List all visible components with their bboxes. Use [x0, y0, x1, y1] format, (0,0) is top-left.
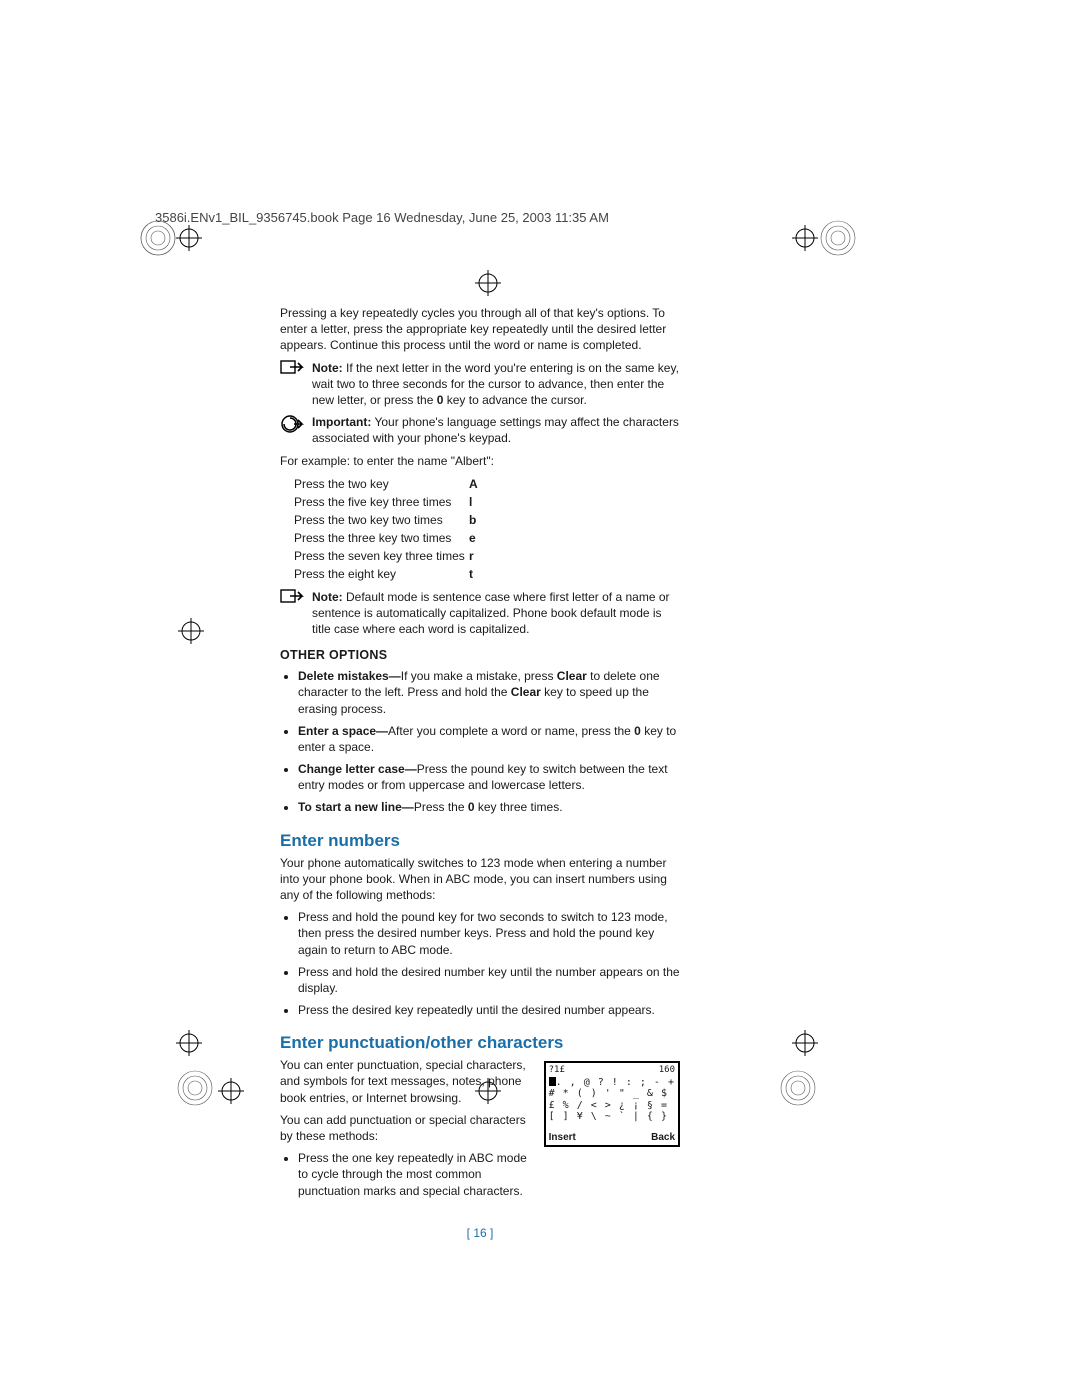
example-char: r: [469, 547, 489, 565]
enter-numbers-intro: Your phone automatically switches to 123…: [280, 855, 680, 904]
list-item: Press and hold the desired number key un…: [298, 964, 680, 996]
note-label: Note:: [312, 590, 343, 604]
softkey-back: Back: [651, 1132, 675, 1144]
other-options-heading: OTHER OPTIONS: [280, 647, 680, 664]
important-block: Important: Your phone's language setting…: [280, 414, 680, 446]
list-item: Press the one key repeatedly in ABC mode…: [298, 1150, 534, 1199]
important-icon: [280, 414, 306, 446]
screen-row: . , @ ? ! : ; - +: [549, 1077, 675, 1089]
screen-row: # * ( ) ' " _ & $: [549, 1088, 675, 1100]
screen-indicator: ?1£: [549, 1065, 565, 1075]
example-action: Press the five key three times: [294, 493, 469, 511]
note-block: Note: If the next letter in the word you…: [280, 360, 680, 409]
screen-row: [ ] ¥ \ ~ ` | { }: [549, 1111, 675, 1123]
note-icon: [280, 360, 306, 409]
example-intro: For example: to enter the name "Albert":: [280, 453, 680, 469]
note-text2: key to advance the cursor.: [443, 393, 586, 407]
example-char: A: [469, 475, 489, 493]
note-block: Note: Default mode is sentence case wher…: [280, 589, 680, 638]
example-char: l: [469, 493, 489, 511]
enter-punct-list: Press the one key repeatedly in ABC mode…: [280, 1150, 534, 1199]
example-action: Press the seven key three times: [294, 547, 469, 565]
enter-punct-p2: You can add punctuation or special chara…: [280, 1112, 534, 1144]
screen-row: £ % / < > ¿ ¡ § =: [549, 1100, 675, 1112]
example-char: b: [469, 511, 489, 529]
note-label: Note:: [312, 361, 343, 375]
important-label: Important:: [312, 415, 371, 429]
screen-counter: 160: [659, 1065, 675, 1075]
list-item: Enter a space—After you complete a word …: [298, 723, 680, 755]
list-item: To start a new line—Press the 0 key thre…: [298, 799, 680, 815]
note-text: Default mode is sentence case where firs…: [312, 590, 670, 636]
example-char: t: [469, 565, 489, 583]
other-options-list: Delete mistakes—If you make a mistake, p…: [280, 668, 680, 816]
intro-paragraph: Pressing a key repeatedly cycles you thr…: [280, 305, 680, 354]
page-number: [ 16 ]: [280, 1225, 680, 1241]
page-content: Pressing a key repeatedly cycles you thr…: [280, 305, 680, 1241]
list-item: Delete mistakes—If you make a mistake, p…: [298, 668, 680, 717]
enter-numbers-heading: Enter numbers: [280, 830, 680, 853]
enter-numbers-list: Press and hold the pound key for two sec…: [280, 909, 680, 1018]
note-icon: [280, 589, 306, 638]
example-char: e: [469, 529, 489, 547]
list-item: Press and hold the pound key for two sec…: [298, 909, 680, 958]
example-action: Press the two key: [294, 475, 469, 493]
enter-punct-heading: Enter punctuation/other characters: [280, 1032, 680, 1055]
softkey-insert: Insert: [549, 1132, 576, 1144]
example-table: Press the two keyA Press the five key th…: [294, 475, 680, 583]
enter-punct-p1: You can enter punctuation, special chara…: [280, 1057, 534, 1106]
example-action: Press the eight key: [294, 565, 469, 583]
example-action: Press the two key two times: [294, 511, 469, 529]
list-item: Press the desired key repeatedly until t…: [298, 1002, 680, 1018]
phone-screen-illustration: ?1£ 160 . , @ ? ! : ; - + # * ( ) ' " _ &…: [544, 1061, 680, 1147]
running-header: 3586i.ENv1_BIL_9356745.book Page 16 Wedn…: [155, 210, 925, 225]
example-action: Press the three key two times: [294, 529, 469, 547]
list-item: Change letter case—Press the pound key t…: [298, 761, 680, 793]
